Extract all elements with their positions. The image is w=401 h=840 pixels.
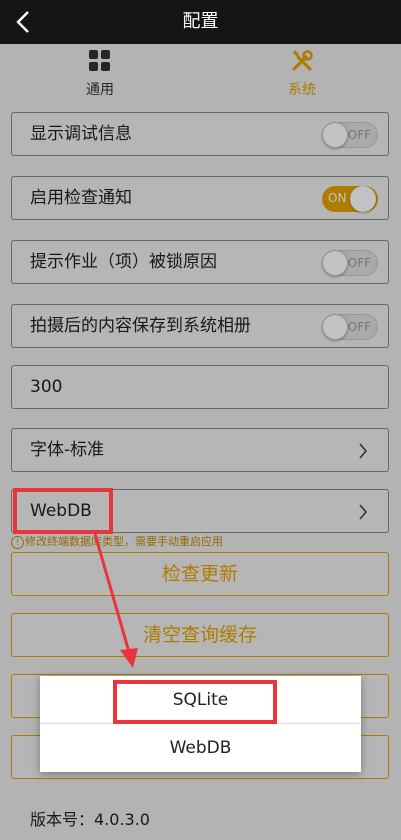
page-title: 配置 bbox=[182, 11, 219, 32]
title-bar: 配置 bbox=[0, 0, 401, 44]
highlight-webdb-box bbox=[13, 488, 113, 534]
option-webdb[interactable]: WebDB bbox=[40, 724, 361, 772]
highlight-sqlite-box bbox=[113, 680, 277, 724]
